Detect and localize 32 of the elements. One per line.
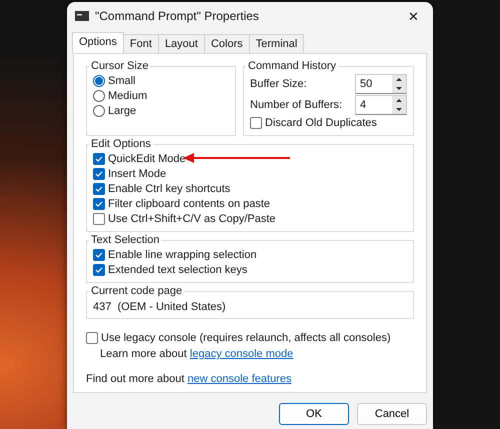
window-title: "Command Prompt" Properties <box>95 9 260 23</box>
field-label: Number of Buffers: <box>250 99 342 111</box>
help-link[interactable]: new console features <box>188 373 292 385</box>
checkbox-option[interactable]: Enable Ctrl key shortcuts <box>93 182 407 196</box>
dialog-button[interactable]: Cancel <box>357 403 427 425</box>
tab[interactable]: Terminal <box>248 34 304 53</box>
checkbox-option[interactable]: Use Ctrl+Shift+C/V as Copy/Paste <box>93 212 407 226</box>
checkbox-option[interactable]: Insert Mode <box>93 167 407 181</box>
dialog-button[interactable]: OK <box>279 403 349 425</box>
checkbox-option[interactable]: Discard Old Duplicates <box>250 116 407 130</box>
group-title: Text Selection <box>90 234 160 246</box>
tab[interactable]: Options <box>72 32 124 53</box>
number-spinner[interactable]: 50 <box>355 74 407 94</box>
field-label: Buffer Size: <box>250 78 307 90</box>
radio-option[interactable]: Small <box>93 74 229 88</box>
number-spinner[interactable]: 4 <box>355 95 407 115</box>
checkbox-option[interactable]: Filter clipboard contents on paste <box>93 197 407 211</box>
group-title: Command History <box>247 60 338 72</box>
checkbox-option[interactable]: Use legacy console (requires relaunch, affects all consoles) <box>86 331 414 345</box>
checkbox-option[interactable]: Enable line wrapping selection <box>93 248 407 262</box>
close-button[interactable]: ✕ <box>402 8 425 24</box>
info-text: Find out more about new console features <box>86 372 292 387</box>
info-text: Learn more about legacy console mode <box>99 347 294 362</box>
code-page-value: 437 (OEM - United States) <box>93 300 227 313</box>
group-title: Edit Options <box>90 138 152 150</box>
group-title: Current code page <box>90 285 184 297</box>
radio-option[interactable]: Medium <box>93 89 229 103</box>
group-title: Cursor Size <box>90 60 150 72</box>
help-link[interactable]: legacy console mode <box>190 348 294 360</box>
radio-option[interactable]: Large <box>93 104 229 118</box>
checkbox-option[interactable]: QuickEdit Mode <box>93 152 407 166</box>
checkbox-option[interactable]: Extended text selection keys <box>93 263 407 277</box>
